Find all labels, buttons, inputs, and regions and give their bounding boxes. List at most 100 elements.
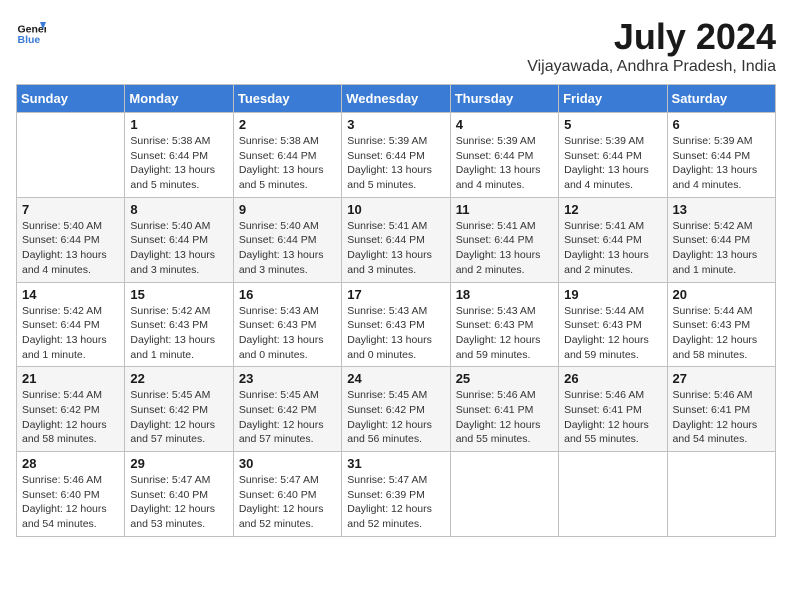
day-info: Sunrise: 5:47 AM Sunset: 6:40 PM Dayligh… [130, 473, 227, 532]
calendar-cell: 5Sunrise: 5:39 AM Sunset: 6:44 PM Daylig… [559, 113, 667, 198]
calendar-cell: 6 Sunrise: 5:39 AM Sunset: 6:44 PM Daylig… [667, 113, 775, 198]
location: Vijayawada, Andhra Pradesh, India [527, 58, 776, 76]
logo-icon: General Blue [16, 16, 46, 46]
svg-text:Blue: Blue [18, 34, 41, 46]
day-info: Sunrise: 5:43 AM Sunset: 6:43 PM Dayligh… [239, 304, 336, 363]
calendar-cell: 29 Sunrise: 5:47 AM Sunset: 6:40 PM Dayli… [125, 452, 233, 537]
day-number: 22 [130, 371, 227, 386]
logo: General Blue [16, 16, 46, 46]
calendar-cell: 27 Sunrise: 5:46 AM Sunset: 6:41 PM Dayli… [667, 367, 775, 452]
calendar-table: SundayMondayTuesdayWednesdayThursdayFrid… [16, 84, 776, 537]
calendar-cell: 15 Sunrise: 5:42 AM Sunset: 6:43 PM Dayli… [125, 282, 233, 367]
day-number: 30 [239, 456, 336, 471]
day-info: Sunrise: 5:45 AM Sunset: 6:42 PM Dayligh… [130, 388, 227, 447]
calendar-cell: 10Sunrise: 5:41 AM Sunset: 6:44 PM Dayli… [342, 197, 450, 282]
day-number: 15 [130, 287, 227, 302]
day-info: Sunrise: 5:39 AM Sunset: 6:44 PM Dayligh… [456, 134, 553, 193]
day-info: Sunrise: 5:40 AM Sunset: 6:44 PM Dayligh… [130, 219, 227, 278]
day-number: 18 [456, 287, 553, 302]
day-number: 12 [564, 202, 661, 217]
calendar-cell: 2 Sunrise: 5:38 AM Sunset: 6:44 PM Daylig… [233, 113, 341, 198]
page-header: General Blue July 2024 Vijayawada, Andhr… [16, 16, 776, 76]
day-number: 28 [22, 456, 119, 471]
day-info: Sunrise: 5:42 AM Sunset: 6:43 PM Dayligh… [130, 304, 227, 363]
calendar-cell [450, 452, 558, 537]
day-number: 25 [456, 371, 553, 386]
weekday-header-sunday: Sunday [17, 85, 125, 113]
day-info: Sunrise: 5:46 AM Sunset: 6:40 PM Dayligh… [22, 473, 119, 532]
day-info: Sunrise: 5:40 AM Sunset: 6:44 PM Dayligh… [239, 219, 336, 278]
day-number: 1 [130, 117, 227, 132]
day-info: Sunrise: 5:43 AM Sunset: 6:43 PM Dayligh… [347, 304, 444, 363]
calendar-week-row: 1 Sunrise: 5:38 AM Sunset: 6:44 PM Daylig… [17, 113, 776, 198]
day-info: Sunrise: 5:41 AM Sunset: 6:44 PM Dayligh… [564, 219, 661, 278]
day-number: 24 [347, 371, 444, 386]
weekday-header-thursday: Thursday [450, 85, 558, 113]
calendar-week-row: 28 Sunrise: 5:46 AM Sunset: 6:40 PM Dayli… [17, 452, 776, 537]
day-info: Sunrise: 5:46 AM Sunset: 6:41 PM Dayligh… [673, 388, 770, 447]
day-number: 4 [456, 117, 553, 132]
day-number: 17 [347, 287, 444, 302]
calendar-cell: 26Sunrise: 5:46 AM Sunset: 6:41 PM Dayli… [559, 367, 667, 452]
day-info: Sunrise: 5:39 AM Sunset: 6:44 PM Dayligh… [347, 134, 444, 193]
day-number: 3 [347, 117, 444, 132]
calendar-cell: 4 Sunrise: 5:39 AM Sunset: 6:44 PM Daylig… [450, 113, 558, 198]
day-number: 11 [456, 202, 553, 217]
calendar-cell [667, 452, 775, 537]
day-info: Sunrise: 5:47 AM Sunset: 6:39 PM Dayligh… [347, 473, 444, 532]
calendar-cell: 28 Sunrise: 5:46 AM Sunset: 6:40 PM Dayli… [17, 452, 125, 537]
calendar-cell: 14Sunrise: 5:42 AM Sunset: 6:44 PM Dayli… [17, 282, 125, 367]
calendar-cell: 24 Sunrise: 5:45 AM Sunset: 6:42 PM Dayli… [342, 367, 450, 452]
calendar-cell: 12 Sunrise: 5:41 AM Sunset: 6:44 PM Dayli… [559, 197, 667, 282]
day-number: 7 [22, 202, 119, 217]
day-info: Sunrise: 5:39 AM Sunset: 6:44 PM Dayligh… [673, 134, 770, 193]
day-number: 21 [22, 371, 119, 386]
day-number: 26 [564, 371, 661, 386]
weekday-header-monday: Monday [125, 85, 233, 113]
calendar-cell: 9Sunrise: 5:40 AM Sunset: 6:44 PM Daylig… [233, 197, 341, 282]
day-number: 29 [130, 456, 227, 471]
day-number: 14 [22, 287, 119, 302]
day-info: Sunrise: 5:41 AM Sunset: 6:44 PM Dayligh… [456, 219, 553, 278]
day-info: Sunrise: 5:47 AM Sunset: 6:40 PM Dayligh… [239, 473, 336, 532]
day-info: Sunrise: 5:46 AM Sunset: 6:41 PM Dayligh… [456, 388, 553, 447]
day-number: 8 [130, 202, 227, 217]
day-info: Sunrise: 5:45 AM Sunset: 6:42 PM Dayligh… [347, 388, 444, 447]
calendar-body: 1 Sunrise: 5:38 AM Sunset: 6:44 PM Daylig… [17, 113, 776, 537]
day-number: 27 [673, 371, 770, 386]
day-number: 10 [347, 202, 444, 217]
day-number: 6 [673, 117, 770, 132]
calendar-cell: 20Sunrise: 5:44 AM Sunset: 6:43 PM Dayli… [667, 282, 775, 367]
calendar-cell: 7 Sunrise: 5:40 AM Sunset: 6:44 PM Daylig… [17, 197, 125, 282]
day-number: 13 [673, 202, 770, 217]
weekday-header-saturday: Saturday [667, 85, 775, 113]
weekday-header-friday: Friday [559, 85, 667, 113]
calendar-week-row: 7 Sunrise: 5:40 AM Sunset: 6:44 PM Daylig… [17, 197, 776, 282]
calendar-cell: 1 Sunrise: 5:38 AM Sunset: 6:44 PM Daylig… [125, 113, 233, 198]
day-info: Sunrise: 5:39 AM Sunset: 6:44 PM Dayligh… [564, 134, 661, 193]
calendar-cell [17, 113, 125, 198]
day-info: Sunrise: 5:38 AM Sunset: 6:44 PM Dayligh… [130, 134, 227, 193]
calendar-cell: 21Sunrise: 5:44 AM Sunset: 6:42 PM Dayli… [17, 367, 125, 452]
calendar-cell: 30 Sunrise: 5:47 AM Sunset: 6:40 PM Dayli… [233, 452, 341, 537]
day-number: 16 [239, 287, 336, 302]
calendar-cell: 3 Sunrise: 5:39 AM Sunset: 6:44 PM Daylig… [342, 113, 450, 198]
day-info: Sunrise: 5:44 AM Sunset: 6:43 PM Dayligh… [564, 304, 661, 363]
day-number: 23 [239, 371, 336, 386]
title-block: July 2024 Vijayawada, Andhra Pradesh, In… [527, 16, 776, 76]
calendar-cell: 19Sunrise: 5:44 AM Sunset: 6:43 PM Dayli… [559, 282, 667, 367]
calendar-cell: 23 Sunrise: 5:45 AM Sunset: 6:42 PM Dayli… [233, 367, 341, 452]
month-title: July 2024 [527, 16, 776, 58]
calendar-cell: 8 Sunrise: 5:40 AM Sunset: 6:44 PM Daylig… [125, 197, 233, 282]
day-info: Sunrise: 5:42 AM Sunset: 6:44 PM Dayligh… [673, 219, 770, 278]
calendar-cell [559, 452, 667, 537]
calendar-cell: 18Sunrise: 5:43 AM Sunset: 6:43 PM Dayli… [450, 282, 558, 367]
calendar-cell: 25 Sunrise: 5:46 AM Sunset: 6:41 PM Dayli… [450, 367, 558, 452]
calendar-week-row: 21Sunrise: 5:44 AM Sunset: 6:42 PM Dayli… [17, 367, 776, 452]
day-info: Sunrise: 5:40 AM Sunset: 6:44 PM Dayligh… [22, 219, 119, 278]
day-info: Sunrise: 5:38 AM Sunset: 6:44 PM Dayligh… [239, 134, 336, 193]
day-info: Sunrise: 5:45 AM Sunset: 6:42 PM Dayligh… [239, 388, 336, 447]
calendar-week-row: 14Sunrise: 5:42 AM Sunset: 6:44 PM Dayli… [17, 282, 776, 367]
calendar-cell: 16 Sunrise: 5:43 AM Sunset: 6:43 PM Dayli… [233, 282, 341, 367]
day-number: 2 [239, 117, 336, 132]
